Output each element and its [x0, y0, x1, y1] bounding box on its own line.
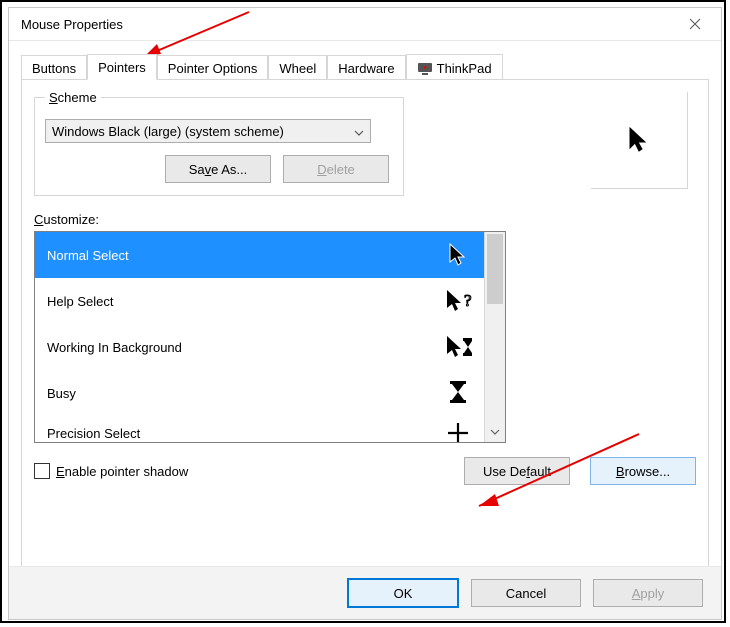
cancel-button[interactable]: Cancel	[471, 579, 581, 607]
cursor-preview	[591, 92, 688, 189]
tab-pointer-options[interactable]: Pointer Options	[157, 55, 269, 80]
ok-button[interactable]: OK	[347, 578, 459, 608]
customize-label: Customize:	[34, 212, 696, 227]
close-icon	[689, 18, 701, 30]
tab-thinkpad[interactable]: ThinkPad	[406, 54, 503, 80]
list-item[interactable]: Working In Background	[35, 324, 484, 370]
cursor-icon	[444, 241, 472, 269]
tab-pointers[interactable]: Pointers	[87, 54, 157, 80]
scheme-legend: Scheme	[45, 90, 101, 105]
scroll-down-icon[interactable]	[485, 424, 505, 440]
delete-button: Delete	[283, 155, 389, 183]
hourglass-icon	[444, 379, 472, 407]
list-item[interactable]: Help Select ?	[35, 278, 484, 324]
tab-strip: Buttons Pointers Pointer Options Wheel H…	[21, 53, 709, 79]
cursor-list[interactable]: Normal Select Help Select ? Working In B…	[34, 231, 506, 443]
list-item[interactable]: Precision Select	[35, 416, 484, 442]
cursor-help-icon: ?	[444, 287, 472, 315]
window-title: Mouse Properties	[17, 17, 677, 32]
tab-hardware[interactable]: Hardware	[327, 55, 405, 80]
cursor-icon	[628, 126, 650, 154]
scheme-combobox[interactable]: Windows Black (large) (system scheme)	[45, 119, 371, 143]
chevron-down-icon	[354, 124, 364, 139]
tab-buttons[interactable]: Buttons	[21, 55, 87, 80]
mouse-properties-dialog: Mouse Properties Buttons Pointers Pointe…	[8, 7, 722, 620]
enable-pointer-shadow-checkbox[interactable]: Enable pointer shadow	[34, 463, 188, 479]
close-button[interactable]	[677, 10, 713, 38]
crosshair-icon	[444, 419, 472, 442]
tab-page-pointers: Scheme Windows Black (large) (system sch…	[21, 79, 709, 585]
svg-text:?: ?	[464, 291, 472, 310]
dialog-footer: OK Cancel Apply	[9, 566, 721, 619]
use-default-button[interactable]: Use Default	[464, 457, 570, 485]
list-item[interactable]: Busy	[35, 370, 484, 416]
checkbox-box	[34, 463, 50, 479]
scheme-selected-value: Windows Black (large) (system scheme)	[52, 124, 284, 139]
titlebar: Mouse Properties	[9, 8, 721, 41]
apply-button: Apply	[593, 579, 703, 607]
list-item[interactable]: Normal Select	[35, 232, 484, 278]
scrollbar[interactable]	[484, 232, 505, 442]
scheme-group: Scheme Windows Black (large) (system sch…	[34, 90, 404, 196]
cursor-busy-icon	[444, 333, 472, 361]
tab-wheel[interactable]: Wheel	[268, 55, 327, 80]
scrollbar-thumb[interactable]	[487, 234, 503, 304]
save-as-button[interactable]: Save As...	[165, 155, 271, 183]
thinkpad-icon	[417, 60, 433, 76]
browse-button[interactable]: Browse...	[590, 457, 696, 485]
